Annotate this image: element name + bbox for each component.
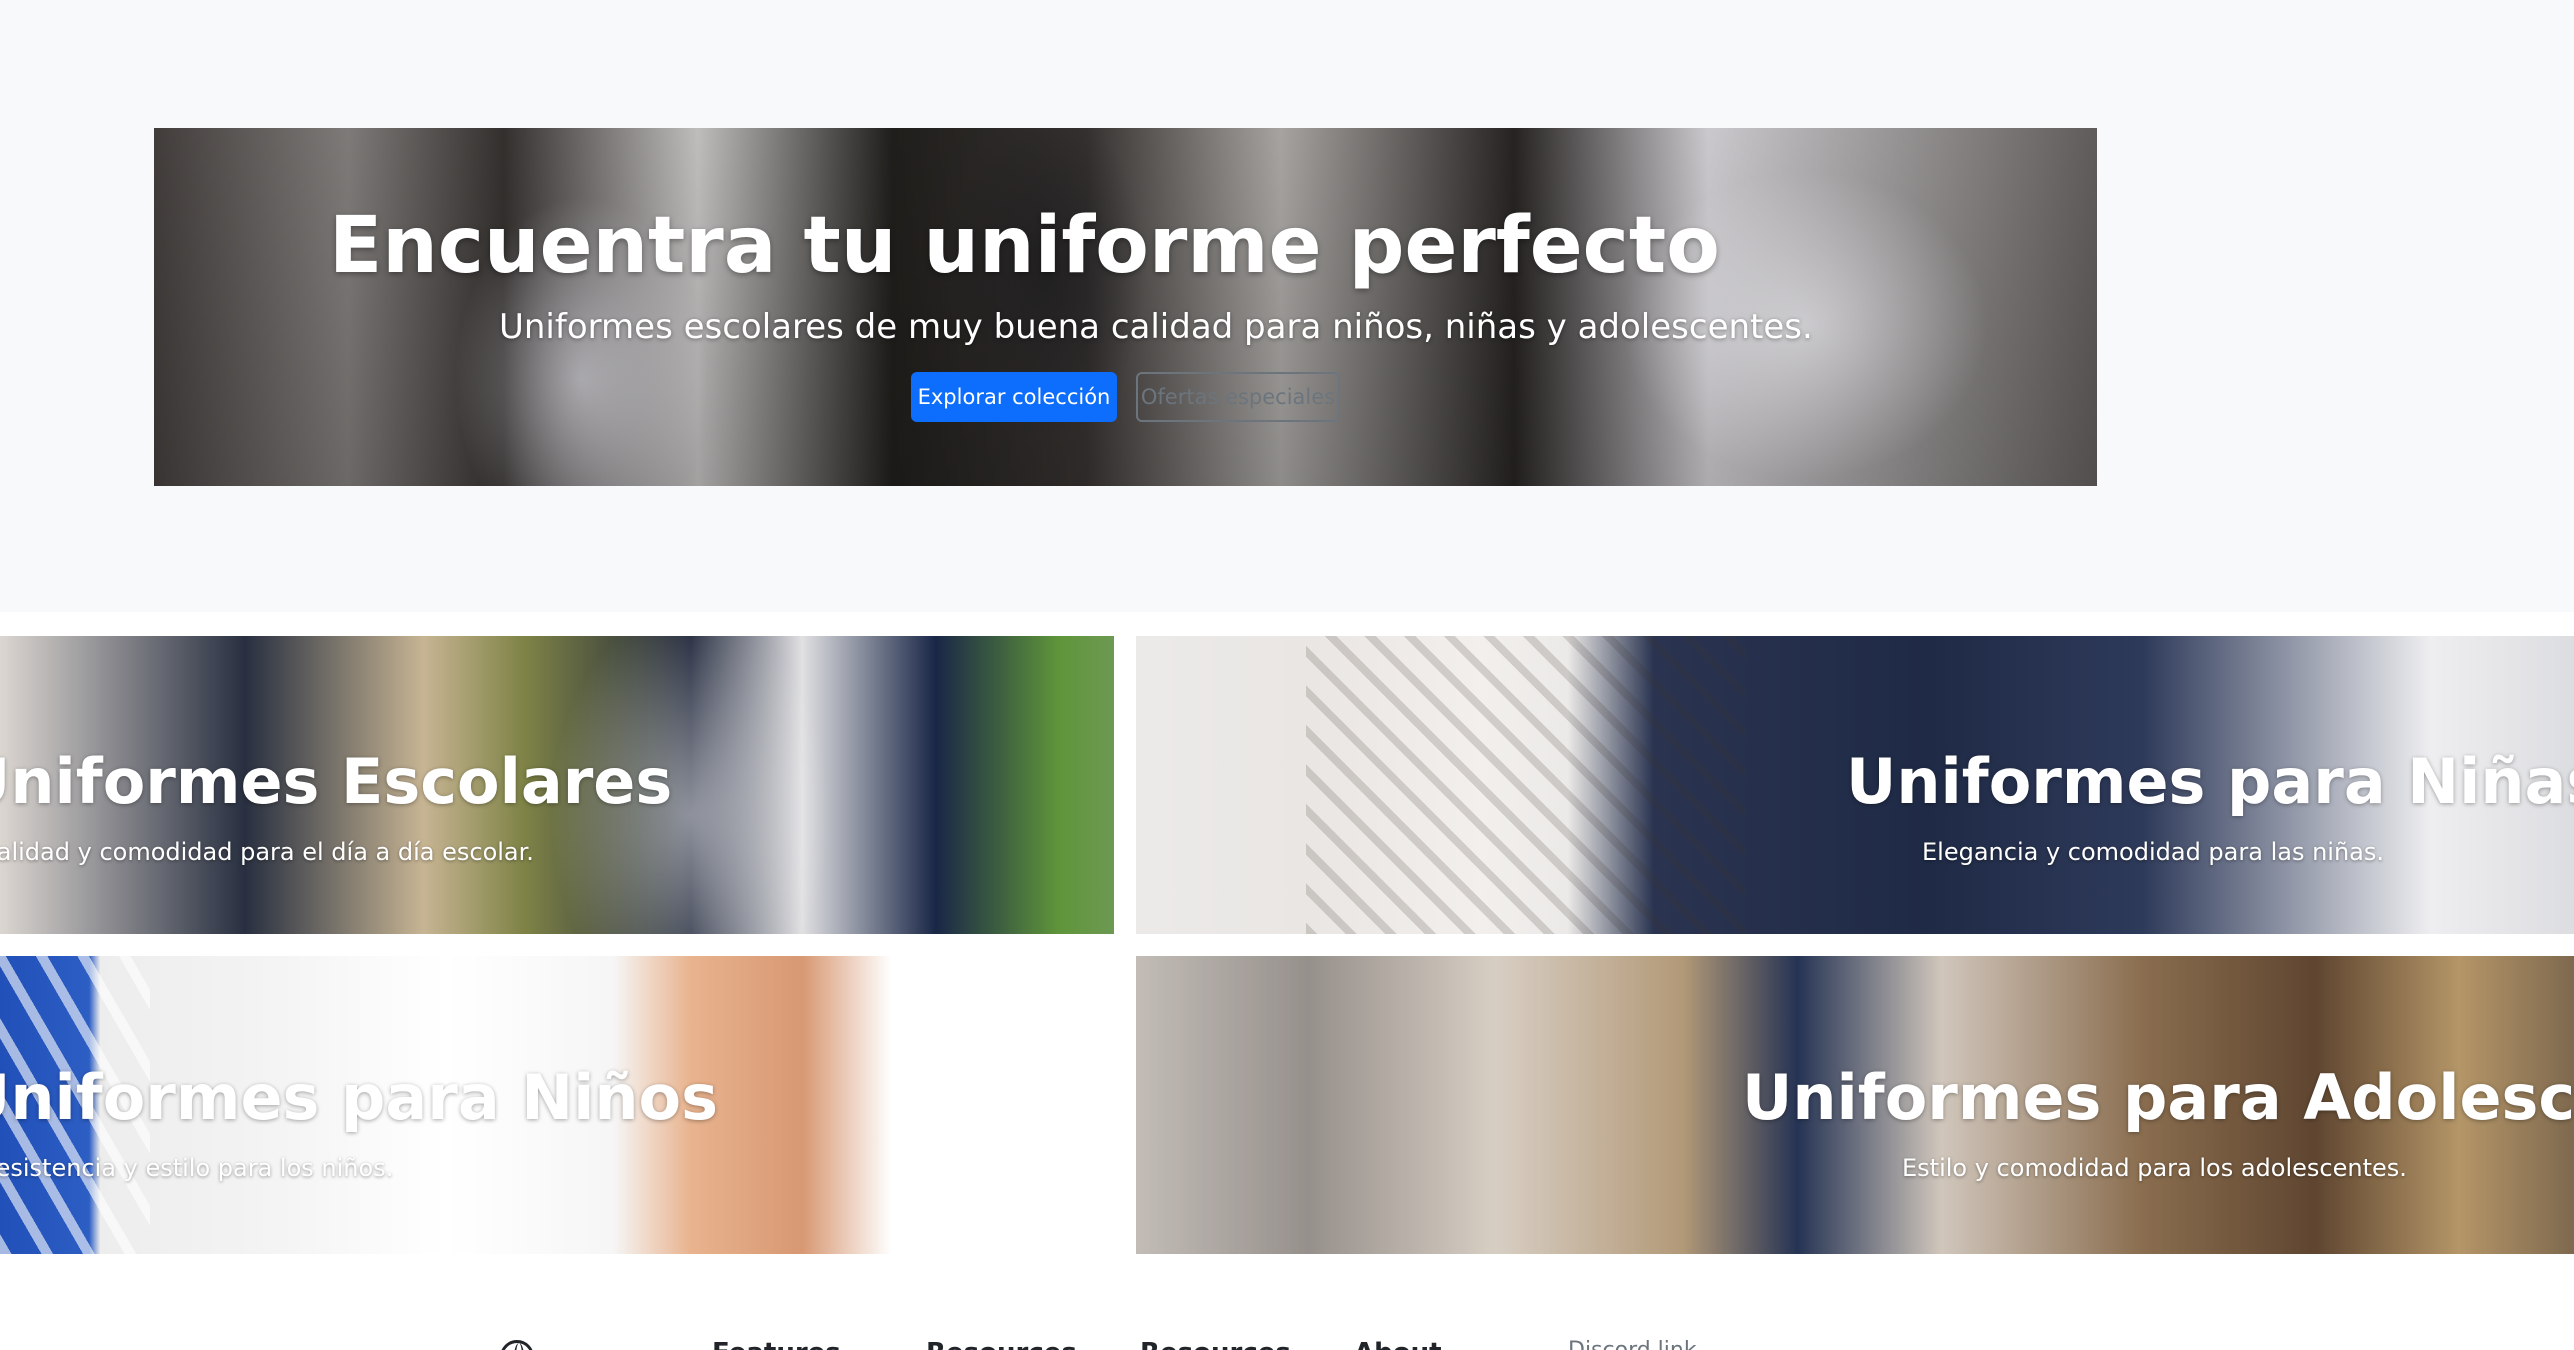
footer-link-discord[interactable]: Discord link [1568,1338,1697,1350]
footer-link-resources[interactable]: Resources [926,1338,1077,1350]
footer: Features Resources Resources About Disco… [0,1276,2574,1350]
globe-icon[interactable] [500,1340,534,1350]
category-description: Resistencia y estilo para los niños. [0,1154,394,1182]
hero-subtitle: Uniformes escolares de muy buena calidad… [499,307,1813,347]
category-card-school[interactable]: Uniformes Escolares Calidad y comodidad … [0,636,1114,934]
category-description: Elegancia y comodidad para las niñas. [1922,838,2385,866]
category-card-boys[interactable]: Uniformes para Niños Resistencia y estil… [0,956,1114,1254]
footer-link-resources-2[interactable]: Resources [1140,1338,1291,1350]
category-title: Uniformes para Niños [0,1061,719,1134]
category-title: Uniformes para Niñas [1846,745,2574,818]
category-description: Estilo y comodidad para los adolescentes… [1902,1154,2407,1182]
category-title: Uniformes Escolares [0,745,673,818]
category-description: Calidad y comodidad para el día a día es… [0,838,534,866]
category-card-girls[interactable]: Uniformes para Niñas Elegancia y comodid… [1136,636,2574,934]
footer-link-about[interactable]: About [1354,1338,1442,1350]
hero-banner: Encuentra tu uniforme perfecto Uniformes… [154,128,2097,486]
category-card-teens[interactable]: Uniformes para Adolescentes Estilo y com… [1136,956,2574,1254]
footer-link-features[interactable]: Features [712,1338,841,1350]
explore-collection-button[interactable]: Explorar colección [911,372,1117,422]
hero-content: Encuentra tu uniforme perfecto Uniformes… [154,128,2097,486]
hero-section: Encuentra tu uniforme perfecto Uniformes… [0,0,2574,612]
category-title: Uniformes para Adolescentes [1742,1061,2574,1134]
hero-title: Encuentra tu uniforme perfecto [329,201,1720,291]
special-offers-button[interactable]: Ofertas especiales [1136,372,1340,422]
